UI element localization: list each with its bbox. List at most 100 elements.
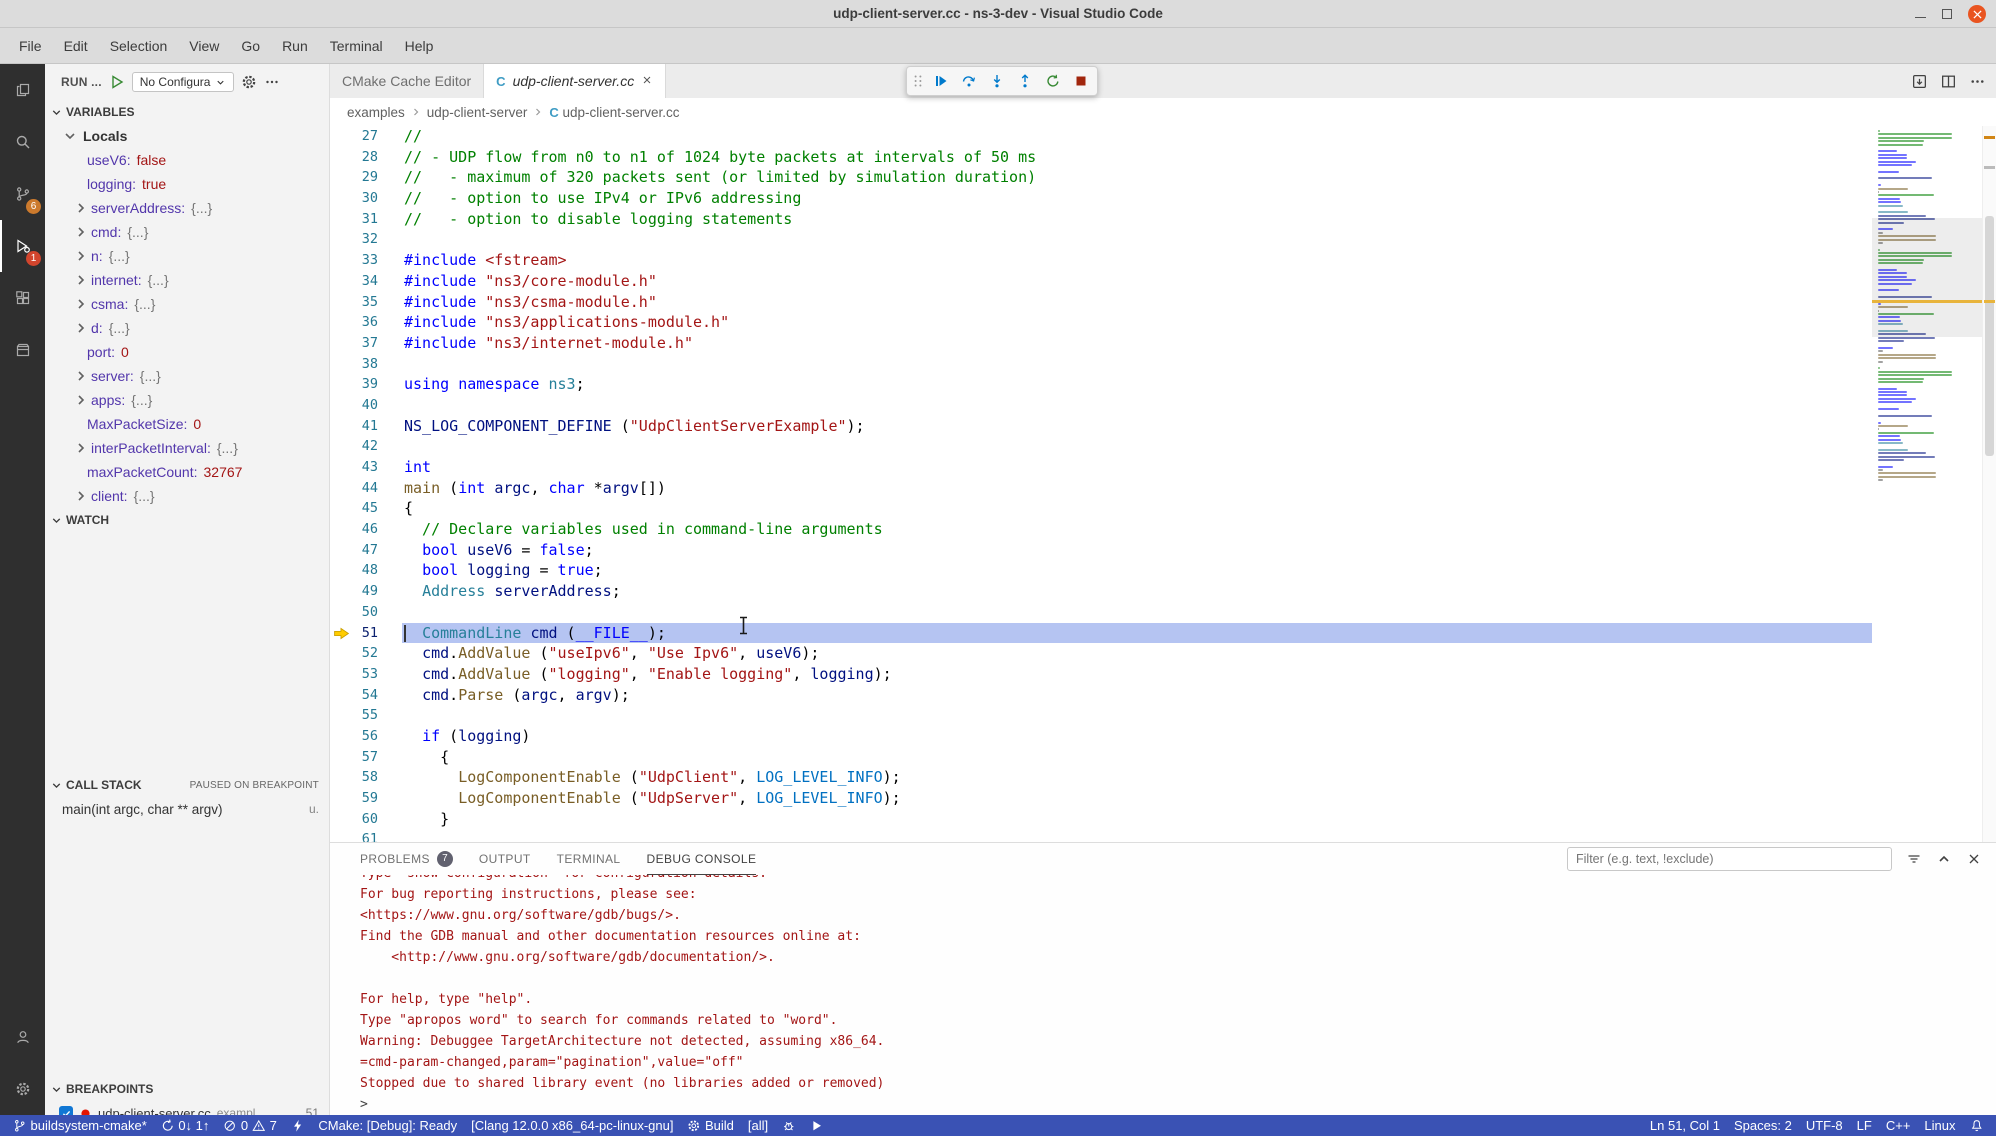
line-number[interactable]: 55 [330,705,402,726]
code-line[interactable]: if (logging) [402,726,1872,747]
variable-row[interactable]: logging:true [45,172,329,196]
code-line[interactable] [402,229,1872,250]
breakpoint-row[interactable]: udp-client-server.ccexampl...51 [45,1101,329,1115]
panel-tab-terminal[interactable]: TERMINAL [557,843,621,875]
line-number[interactable]: 52 [330,643,402,664]
variable-row[interactable]: internet:{...} [45,268,329,292]
menu-item-file[interactable]: File [8,33,53,59]
continue-button[interactable] [928,68,954,94]
minimap-slider[interactable] [1872,218,1982,337]
variable-row[interactable]: useV6:false [45,148,329,172]
variable-row[interactable]: serverAddress:{...} [45,196,329,220]
status-indentation[interactable]: Spaces: 2 [1727,1115,1799,1136]
status-cmake-status[interactable]: CMake: [Debug]: Ready [311,1115,464,1136]
code-line[interactable]: // - UDP flow from n0 to n1 of 1024 byte… [402,147,1872,168]
start-debug-icon[interactable] [109,74,125,90]
menu-item-view[interactable]: View [178,33,230,59]
code-line[interactable]: #include "ns3/core-module.h" [402,271,1872,292]
tab-cmake-cache-editor[interactable]: CMake Cache Editor [330,64,484,98]
status-os[interactable]: Linux [1917,1115,1962,1136]
variable-row[interactable]: cmd:{...} [45,220,329,244]
code-line[interactable]: cmd.AddValue ("logging", "Enable logging… [402,664,1872,685]
close-panel-icon[interactable] [1966,851,1982,867]
variable-row[interactable]: n:{...} [45,244,329,268]
minimap[interactable] [1872,126,1982,842]
activity-item-search[interactable] [0,116,45,168]
variable-row[interactable]: apps:{...} [45,388,329,412]
editor-scrollbar[interactable] [1982,126,1996,842]
step-out-button[interactable] [1012,68,1038,94]
code-line[interactable]: { [402,498,1872,519]
stop-button[interactable] [1068,68,1094,94]
code-line[interactable]: main (int argc, char *argv[]) [402,478,1872,499]
gear-icon[interactable] [241,74,257,90]
tab-udp-client-server-cc[interactable]: Cudp-client-server.cc [484,64,666,98]
maximize-button[interactable] [1942,9,1952,19]
variable-row[interactable]: maxPacketCount:32767 [45,460,329,484]
stack-frame-row[interactable]: main(int argc, char ** argv)u. [45,797,329,821]
code-line[interactable]: #include <fstream> [402,250,1872,271]
line-number[interactable]: 47 [330,540,402,561]
status-notifications[interactable] [1963,1115,1991,1136]
status-encoding[interactable]: UTF-8 [1799,1115,1850,1136]
variable-row[interactable]: csma:{...} [45,292,329,316]
status-cursor-position[interactable]: Ln 51, Col 1 [1643,1115,1727,1136]
line-number[interactable]: 53 [330,664,402,685]
grip-button[interactable] [910,68,926,94]
variables-header[interactable]: VARIABLES [45,100,329,124]
breadcrumb-item[interactable]: examples [347,105,405,120]
code-line[interactable]: CommandLine cmd (__FILE__); [402,623,1872,644]
variable-row[interactable]: port:0 [45,340,329,364]
menu-item-run[interactable]: Run [271,33,319,59]
split-editor-icon[interactable] [1940,73,1957,90]
code-line[interactable]: bool useV6 = false; [402,540,1872,561]
line-number[interactable]: 57 [330,747,402,768]
scrollbar-thumb[interactable] [1985,216,1994,456]
code-line[interactable]: #include "ns3/applications-module.h" [402,312,1872,333]
close-icon[interactable] [641,73,653,89]
more-actions-icon[interactable] [1969,73,1986,90]
code-line[interactable]: #include "ns3/csma-module.h" [402,292,1872,313]
step-into-button[interactable] [984,68,1010,94]
menu-item-help[interactable]: Help [394,33,445,59]
status-problems[interactable]: 07 [216,1115,283,1136]
line-number[interactable]: 32 [330,229,402,250]
panel-tab-debug-console[interactable]: DEBUG CONSOLE [647,843,757,875]
activity-item-run-and-debug[interactable]: 1 [0,220,45,272]
code-line[interactable]: using namespace ns3; [402,374,1872,395]
code-line[interactable]: #include "ns3/internet-module.h" [402,333,1872,354]
export-icon[interactable] [1911,73,1928,90]
code-line[interactable]: // [402,126,1872,147]
code-line[interactable]: // - option to disable logging statement… [402,209,1872,230]
breadcrumb-item[interactable]: C udp-client-server.cc [549,105,679,120]
code-line[interactable]: int [402,457,1872,478]
line-number[interactable]: 54 [330,685,402,706]
call-stack-header[interactable]: CALL STACK PAUSED ON BREAKPOINT [45,773,329,797]
breadcrumb-item[interactable]: udp-client-server [427,105,528,120]
line-number[interactable]: 39 [330,374,402,395]
activity-item-source-control[interactable]: 6 [0,168,45,220]
activity-item-extensions[interactable] [0,272,45,324]
status-cmake-kit[interactable]: [Clang 12.0.0 x86_64-pc-linux-gnu] [464,1115,680,1136]
activity-item-account[interactable] [0,1011,45,1063]
line-number[interactable]: 31 [330,209,402,230]
line-number[interactable]: 29 [330,167,402,188]
close-button[interactable] [1968,5,1986,23]
panel-tab-output[interactable]: OUTPUT [479,843,531,875]
line-number[interactable]: 35 [330,292,402,313]
code-line[interactable]: LogComponentEnable ("UdpServer", LOG_LEV… [402,788,1872,809]
menu-item-go[interactable]: Go [230,33,271,59]
minimize-button[interactable] [1915,17,1926,18]
restart-button[interactable] [1040,68,1066,94]
code-line[interactable]: cmd.Parse (argc, argv); [402,685,1872,706]
line-number[interactable]: 46 [330,519,402,540]
panel-tab-problems[interactable]: PROBLEMS7 [360,843,453,875]
code-line[interactable] [402,395,1872,416]
line-number[interactable]: 27 [330,126,402,147]
code-line[interactable]: // Declare variables used in command-lin… [402,519,1872,540]
console-filter-input[interactable] [1567,847,1892,871]
variable-row[interactable]: d:{...} [45,316,329,340]
code-line[interactable] [402,354,1872,375]
code-line[interactable] [402,705,1872,726]
activity-item-manage[interactable] [0,1063,45,1115]
